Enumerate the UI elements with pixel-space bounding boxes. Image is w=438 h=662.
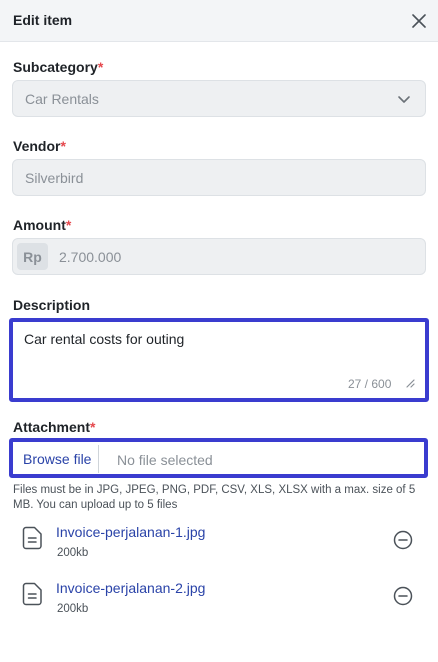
required-mark: *	[90, 419, 96, 435]
amount-field[interactable]: Rp 2.700.000	[12, 238, 426, 275]
attachment-item: Invoice-perjalanan-1.jpg 200kb	[0, 520, 438, 570]
attachment-file-link[interactable]: Invoice-perjalanan-1.jpg	[56, 524, 205, 540]
vendor-field[interactable]: Silverbird	[12, 159, 426, 196]
chevron-down-icon	[398, 96, 410, 103]
modal-header: Edit item	[0, 0, 438, 42]
attachment-file-size: 200kb	[57, 547, 89, 559]
vendor-label-text: Vendor	[13, 138, 61, 154]
amount-label-text: Amount	[13, 217, 66, 233]
subcategory-label-text: Subcategory	[13, 59, 98, 75]
remove-attachment-button[interactable]	[392, 585, 414, 607]
file-status: No file selected	[117, 452, 213, 468]
subcategory-label: Subcategory*	[13, 59, 103, 75]
browse-file-button[interactable]: Browse file	[16, 445, 100, 473]
attachment-file-size: 200kb	[57, 603, 89, 615]
amount-label: Amount*	[13, 217, 71, 233]
description-label: Description	[13, 297, 91, 313]
close-button[interactable]	[408, 10, 430, 32]
currency-prefix: Rp	[17, 243, 48, 270]
document-icon	[22, 526, 42, 550]
required-mark: *	[65, 217, 72, 233]
close-icon	[412, 14, 426, 28]
description-textarea[interactable]: Car rental costs for outing 27 / 600	[9, 318, 429, 402]
attachment-hint: Files must be in JPG, JPEG, PNG, PDF, CS…	[13, 484, 416, 511]
vendor-label: Vendor*	[13, 138, 66, 154]
resize-handle-icon[interactable]	[405, 378, 415, 388]
description-value: Car rental costs for outing	[24, 331, 185, 347]
remove-attachment-button[interactable]	[392, 529, 414, 551]
attachment-label: Attachment*	[13, 419, 95, 435]
document-icon	[22, 582, 42, 606]
char-counter: 27 / 600	[348, 377, 392, 391]
attachment-item: Invoice-perjalanan-2.jpg 200kb	[0, 576, 438, 626]
file-input[interactable]: Browse file No file selected	[9, 438, 428, 478]
subcategory-select[interactable]: Car Rentals	[12, 80, 426, 117]
attachment-label-text: Attachment	[13, 419, 91, 435]
required-mark: *	[60, 138, 66, 154]
attachment-file-link[interactable]: Invoice-perjalanan-2.jpg	[56, 580, 205, 596]
required-mark: *	[97, 59, 104, 75]
subcategory-value: Car Rentals	[25, 91, 99, 107]
vendor-value: Silverbird	[25, 170, 84, 186]
amount-value: 2.700.000	[59, 249, 122, 265]
modal-title: Edit item	[13, 12, 73, 28]
